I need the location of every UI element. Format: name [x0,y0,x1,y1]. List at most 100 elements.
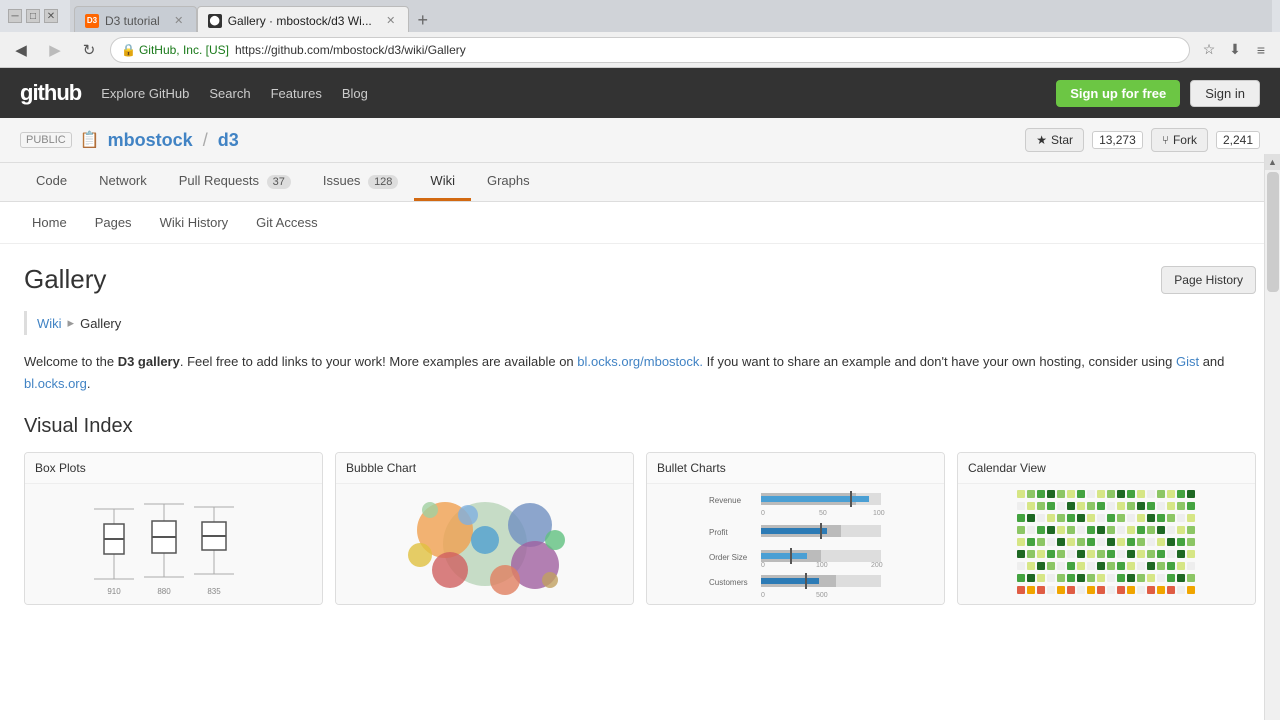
nav-search[interactable]: Search [209,86,250,101]
scrollbar-up[interactable]: ▲ [1265,154,1280,170]
desc-middle: . Feel free to add links to your work! M… [180,354,577,369]
reload-btn[interactable]: ↻ [76,37,102,63]
tab-pr-count: 37 [267,175,291,189]
main-content: Gallery Page History Wiki ▸ Gallery Welc… [0,244,1280,720]
downloads-btn[interactable]: ⬇ [1224,39,1246,61]
tab-pr-label: Pull Requests [179,173,259,188]
back-btn[interactable]: ◀ [8,37,34,63]
star-icon: ★ [1036,133,1047,147]
tab-wiki-label: Wiki [430,173,455,188]
gallery-item-img-bullet-charts: Revenue 0 50 100 Profit [647,484,944,604]
forward-btn[interactable]: ▶ [42,37,68,63]
gallery-item-img-box-plots: 910 880 835 [25,484,322,604]
breadcrumb-wiki-link[interactable]: Wiki [37,316,62,331]
gallery-item-img-calendar-view [958,484,1255,604]
svg-text:835: 835 [207,587,221,596]
breadcrumb-current: Gallery [80,316,121,331]
gallery-item-img-bubble-chart [336,484,633,604]
nav-features[interactable]: Features [271,86,322,101]
secure-indicator: 🔒 GitHub, Inc. [US] [121,43,229,57]
wiki-nav: Home Pages Wiki History Git Access [0,202,1280,244]
gallery-item-calendar-view[interactable]: Calendar View [957,452,1256,605]
box-plot-svg: 910 880 835 [84,489,264,599]
bookmark-btn[interactable]: ☆ [1198,39,1220,61]
svg-text:100: 100 [873,510,885,517]
address-bar[interactable]: 🔒 GitHub, Inc. [US] https://github.com/m… [110,37,1190,63]
browser-tab-1[interactable]: D3 D3 tutorial ✕ [74,6,197,34]
signup-btn[interactable]: Sign up for free [1056,80,1180,107]
tab-issues[interactable]: Issues 128 [307,163,415,201]
svg-text:910: 910 [107,587,121,596]
fork-count: 2,241 [1216,131,1260,149]
gh-header: github Explore GitHub Search Features Bl… [0,68,1280,118]
gallery-item-title-bullet-charts: Bullet Charts [647,453,944,484]
svg-text:Customers: Customers [709,578,748,587]
gallery-item-bullet-charts[interactable]: Bullet Charts Revenue 0 50 100 [646,452,945,605]
nav-explore[interactable]: Explore GitHub [101,86,189,101]
tab-favicon-2: ⬤ [208,14,222,28]
tab-close-1[interactable]: ✕ [172,14,186,28]
desc-prefix: Welcome to the [24,354,118,369]
browser-tab-2[interactable]: ⬤ Gallery · mbostock/d3 Wi... ✕ [197,6,409,34]
gh-nav: Explore GitHub Search Features Blog [101,86,368,101]
fork-btn[interactable]: ⑂ Fork [1151,128,1208,152]
tab-label-2: Gallery · mbostock/d3 Wi... [228,14,372,28]
page-history-btn[interactable]: Page History [1161,266,1256,294]
minimize-btn[interactable]: ─ [8,9,22,23]
wiki-nav-git-access[interactable]: Git Access [244,210,329,235]
page-title: Gallery [24,264,106,295]
description: Welcome to the D3 gallery. Feel free to … [24,351,1256,395]
lock-icon: 🔒 [121,43,136,57]
menu-btn[interactable]: ≡ [1250,39,1272,61]
gallery-item-title-box-plots: Box Plots [25,453,322,484]
signin-btn[interactable]: Sign in [1190,80,1260,107]
repo-icon: 📋 [80,130,100,150]
tab-graphs[interactable]: Graphs [471,163,546,201]
tab-close-2[interactable]: ✕ [384,14,398,28]
svg-text:100: 100 [816,562,828,569]
tab-network[interactable]: Network [83,163,163,201]
secure-label: GitHub, Inc. [US] [139,43,229,57]
maximize-btn[interactable]: □ [26,9,40,23]
wiki-nav-home[interactable]: Home [20,210,79,235]
new-tab-btn[interactable]: + [409,6,437,34]
repo-owner-link[interactable]: mbostock [108,130,193,151]
address-text: https://github.com/mbostock/d3/wiki/Gall… [235,43,466,57]
gallery-grid: Box Plots 910 [24,452,1256,605]
desc-suffix2: and [1199,354,1224,369]
wiki-nav-pages[interactable]: Pages [83,210,144,235]
page-content: github Explore GitHub Search Features Bl… [0,68,1280,720]
nav-actions: ☆ ⬇ ≡ [1198,39,1272,61]
star-label: Star [1051,133,1073,147]
desc-link3[interactable]: bl.ocks.org [24,376,87,391]
svg-text:0: 0 [761,562,765,569]
svg-text:500: 500 [816,592,828,599]
repo-tabs: Code Network Pull Requests 37 Issues 128… [0,163,1280,202]
bullet-chart-svg: Revenue 0 50 100 Profit [701,485,891,603]
nav-bar: ◀ ▶ ↻ 🔒 GitHub, Inc. [US] https://github… [0,32,1280,68]
repo-name-link[interactable]: d3 [218,130,239,151]
tab-bar: D3 D3 tutorial ✕ ⬤ Gallery · mbostock/d3… [70,0,1272,34]
scrollbar-thumb[interactable] [1267,172,1279,292]
star-btn[interactable]: ★ Star [1025,128,1084,152]
tab-favicon-1: D3 [85,14,99,28]
nav-blog[interactable]: Blog [342,86,368,101]
window-controls: ─ □ ✕ [8,9,58,23]
desc-link2[interactable]: Gist [1176,354,1199,369]
tab-pull-requests[interactable]: Pull Requests 37 [163,163,307,201]
svg-text:Revenue: Revenue [709,496,742,505]
gallery-item-box-plots[interactable]: Box Plots 910 [24,452,323,605]
gallery-item-bubble-chart[interactable]: Bubble Chart [335,452,634,605]
close-btn[interactable]: ✕ [44,9,58,23]
desc-link1[interactable]: bl.ocks.org/mbostock. [577,354,703,369]
scrollbar[interactable]: ▲ ▼ [1264,154,1280,720]
tab-graphs-label: Graphs [487,173,530,188]
wiki-nav-history[interactable]: Wiki History [148,210,241,235]
repo-slash: / [203,130,208,151]
tab-issues-count: 128 [368,175,398,189]
tab-wiki[interactable]: Wiki [414,163,471,201]
visual-index-title: Visual Index [24,415,1256,438]
svg-text:0: 0 [761,510,765,517]
breadcrumb-separator: ▸ [68,315,75,331]
tab-code[interactable]: Code [20,163,83,201]
